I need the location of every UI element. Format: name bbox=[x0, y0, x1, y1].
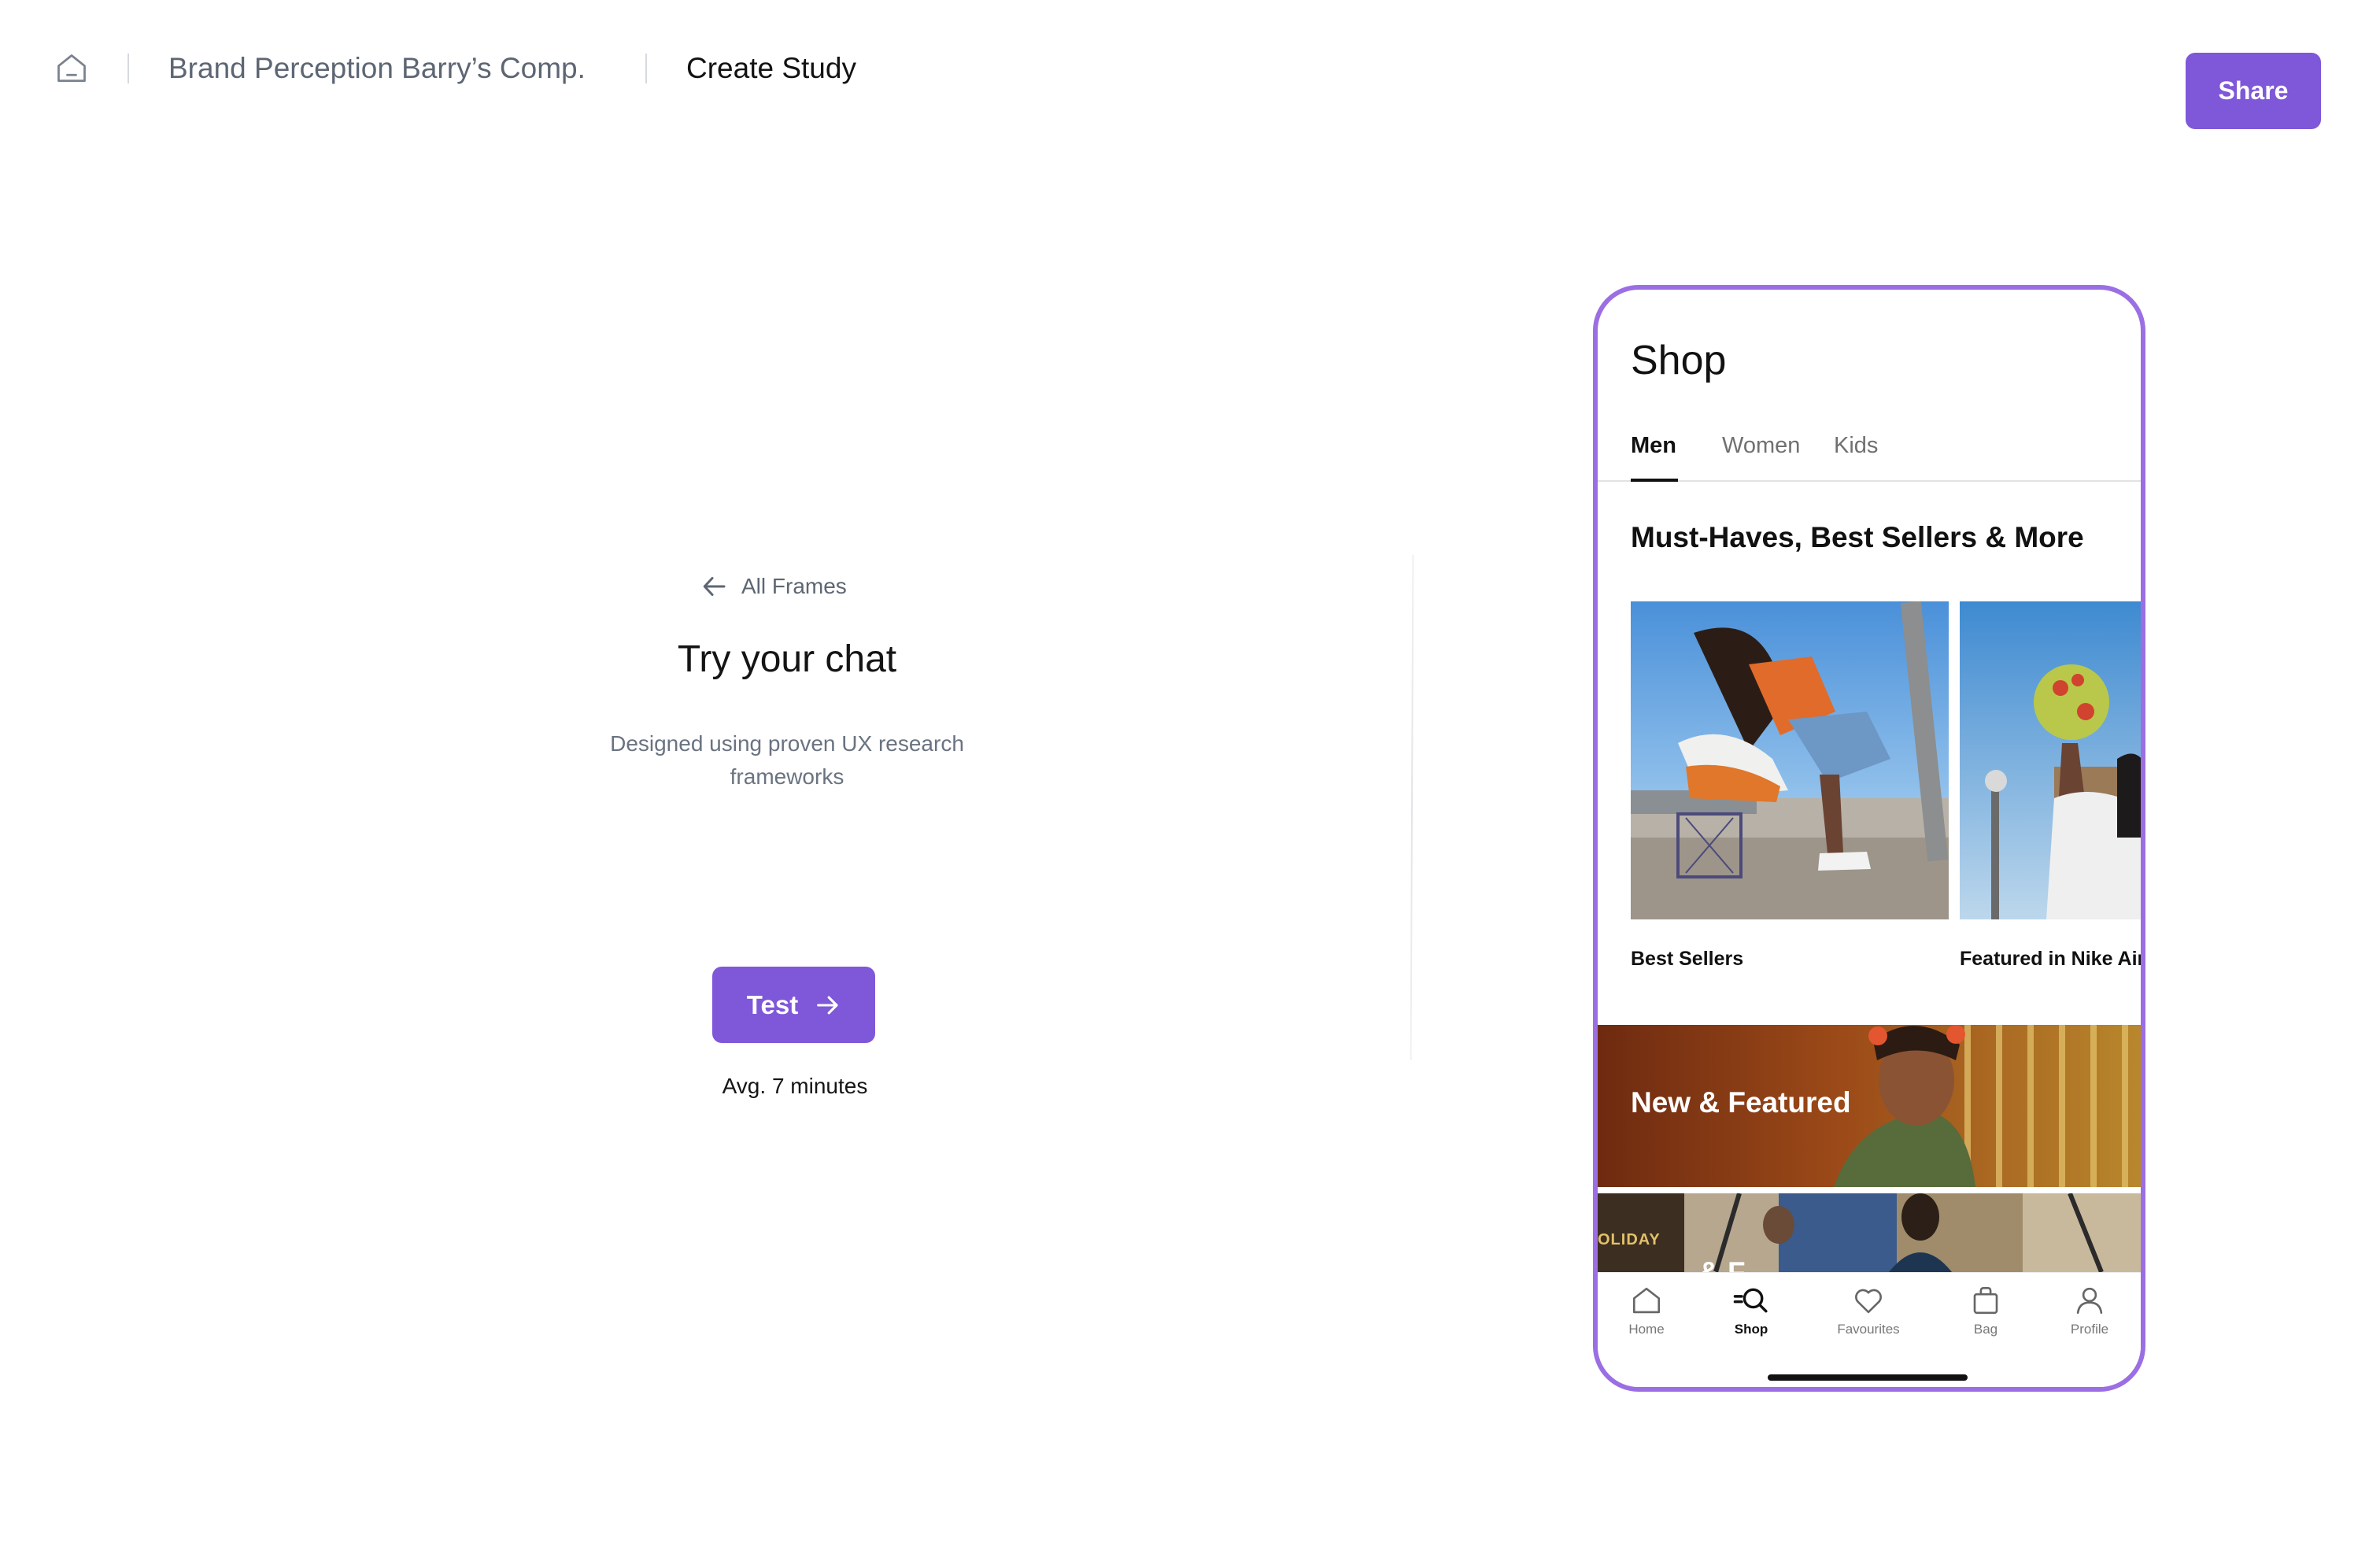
nav-label: Profile bbox=[2070, 1322, 2109, 1337]
breadcrumb-divider bbox=[645, 54, 647, 83]
profile-icon bbox=[2076, 1287, 2103, 1315]
nav-shop[interactable]: Shop bbox=[1708, 1284, 1794, 1337]
column-divider bbox=[1410, 554, 1414, 1061]
average-duration: Avg. 7 minutes bbox=[722, 1074, 868, 1098]
heart-icon bbox=[1855, 1289, 1882, 1314]
banner-text-fragment: OLIDAY bbox=[1598, 1231, 1661, 1248]
study-title: Try your chat bbox=[677, 638, 897, 680]
product-card-featured[interactable]: Featured in Nike Air bbox=[1960, 601, 2141, 979]
home-icon bbox=[57, 54, 86, 82]
arrow-left-icon bbox=[703, 577, 726, 596]
home-button[interactable] bbox=[52, 49, 91, 88]
nav-favourites[interactable]: Favourites bbox=[1825, 1284, 1912, 1337]
banner-label: New & Featured bbox=[1631, 1086, 1851, 1119]
bag-icon bbox=[1973, 1286, 1998, 1315]
tab-women[interactable]: Women bbox=[1722, 433, 1800, 459]
all-frames-back-link[interactable]: All Frames bbox=[700, 568, 847, 605]
product-card-best-sellers[interactable]: Best Sellers bbox=[1631, 601, 1949, 979]
study-subtitle: Designed using proven UX research framew… bbox=[610, 731, 964, 789]
secondary-banner[interactable]: OLIDAY & F bbox=[1598, 1193, 2141, 1272]
bottom-nav: Home Shop Favourites Bag Profile bbox=[1598, 1272, 2141, 1387]
breadcrumb-divider bbox=[128, 54, 129, 83]
nav-label: Home bbox=[1628, 1322, 1665, 1337]
tab-men[interactable]: Men bbox=[1631, 433, 1676, 459]
card-image-football bbox=[1960, 601, 2141, 919]
test-button-label: Test bbox=[746, 989, 799, 1019]
nav-label: Bag bbox=[1973, 1322, 1998, 1337]
share-button[interactable]: Share bbox=[2186, 53, 2321, 129]
tab-kids[interactable]: Kids bbox=[1834, 433, 1878, 459]
secondary-banner-image bbox=[1598, 1193, 2141, 1272]
section-heading: Must-Haves, Best Sellers & More bbox=[1631, 521, 2084, 553]
test-button[interactable]: Test bbox=[712, 967, 875, 1043]
new-featured-banner[interactable]: New & Featured bbox=[1598, 1025, 2141, 1187]
home-icon bbox=[1632, 1287, 1661, 1314]
all-frames-label: All Frames bbox=[741, 574, 847, 598]
breadcrumb-current-page: Create Study bbox=[686, 52, 856, 84]
banner-text-fragment: & F bbox=[1698, 1256, 1746, 1272]
nav-profile[interactable]: Profile bbox=[2046, 1284, 2133, 1337]
phone-preview: Shop Men Women Kids Must-Haves, Best Sel… bbox=[1593, 285, 2145, 1392]
shop-title: Shop bbox=[1631, 338, 1727, 383]
shop-tabs: Men Women Kids bbox=[1598, 425, 2141, 482]
search-icon bbox=[1733, 1288, 1768, 1313]
card-label: Best Sellers bbox=[1631, 948, 1744, 970]
nav-label: Favourites bbox=[1837, 1322, 1900, 1337]
arrow-right-icon bbox=[817, 996, 838, 1014]
card-label: Featured in Nike Air bbox=[1960, 948, 2141, 970]
nav-label: Shop bbox=[1734, 1322, 1768, 1337]
nav-bag[interactable]: Bag bbox=[1942, 1284, 2029, 1337]
card-image-sneaker bbox=[1631, 601, 1949, 919]
nav-home[interactable]: Home bbox=[1603, 1284, 1690, 1337]
top-bar: Brand Perception Barry’s Comp. Create St… bbox=[0, 0, 2380, 142]
active-tab-indicator bbox=[1631, 479, 1678, 482]
home-indicator bbox=[1768, 1374, 1968, 1381]
breadcrumb-project[interactable]: Brand Perception Barry’s Comp. bbox=[168, 50, 586, 87]
